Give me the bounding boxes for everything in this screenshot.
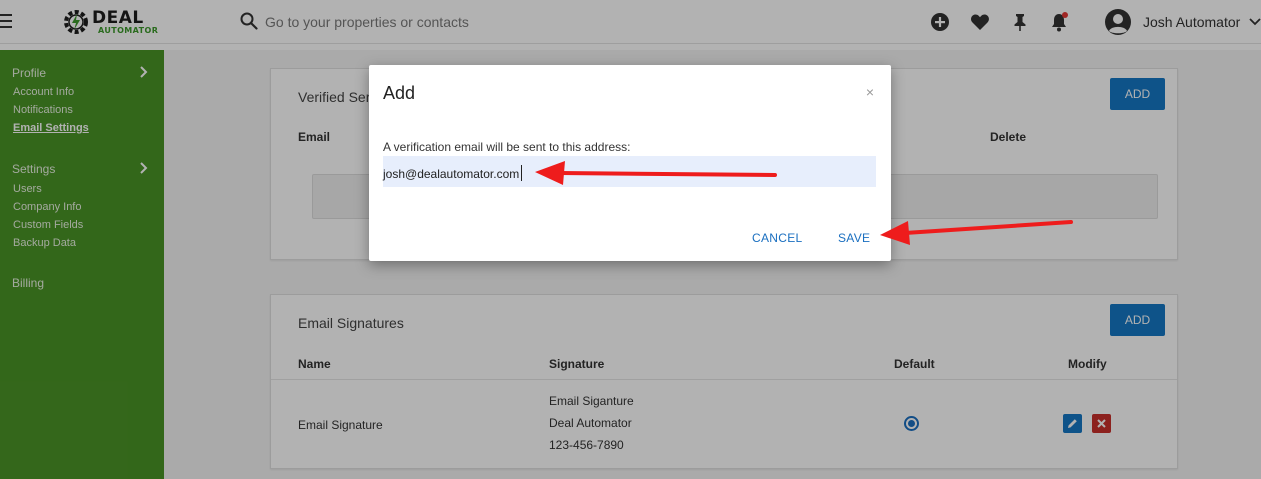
email-field-value[interactable]: josh@dealautomator.com (383, 167, 519, 181)
add-email-modal: Add × A verification email will be sent … (369, 65, 891, 261)
close-icon[interactable]: × (864, 85, 876, 99)
save-button[interactable]: SAVE (838, 231, 870, 245)
modal-title: Add (383, 83, 416, 103)
text-cursor (521, 165, 522, 181)
email-field-label: A verification email will be sent to thi… (383, 140, 631, 154)
cancel-button[interactable]: CANCEL (752, 231, 802, 245)
